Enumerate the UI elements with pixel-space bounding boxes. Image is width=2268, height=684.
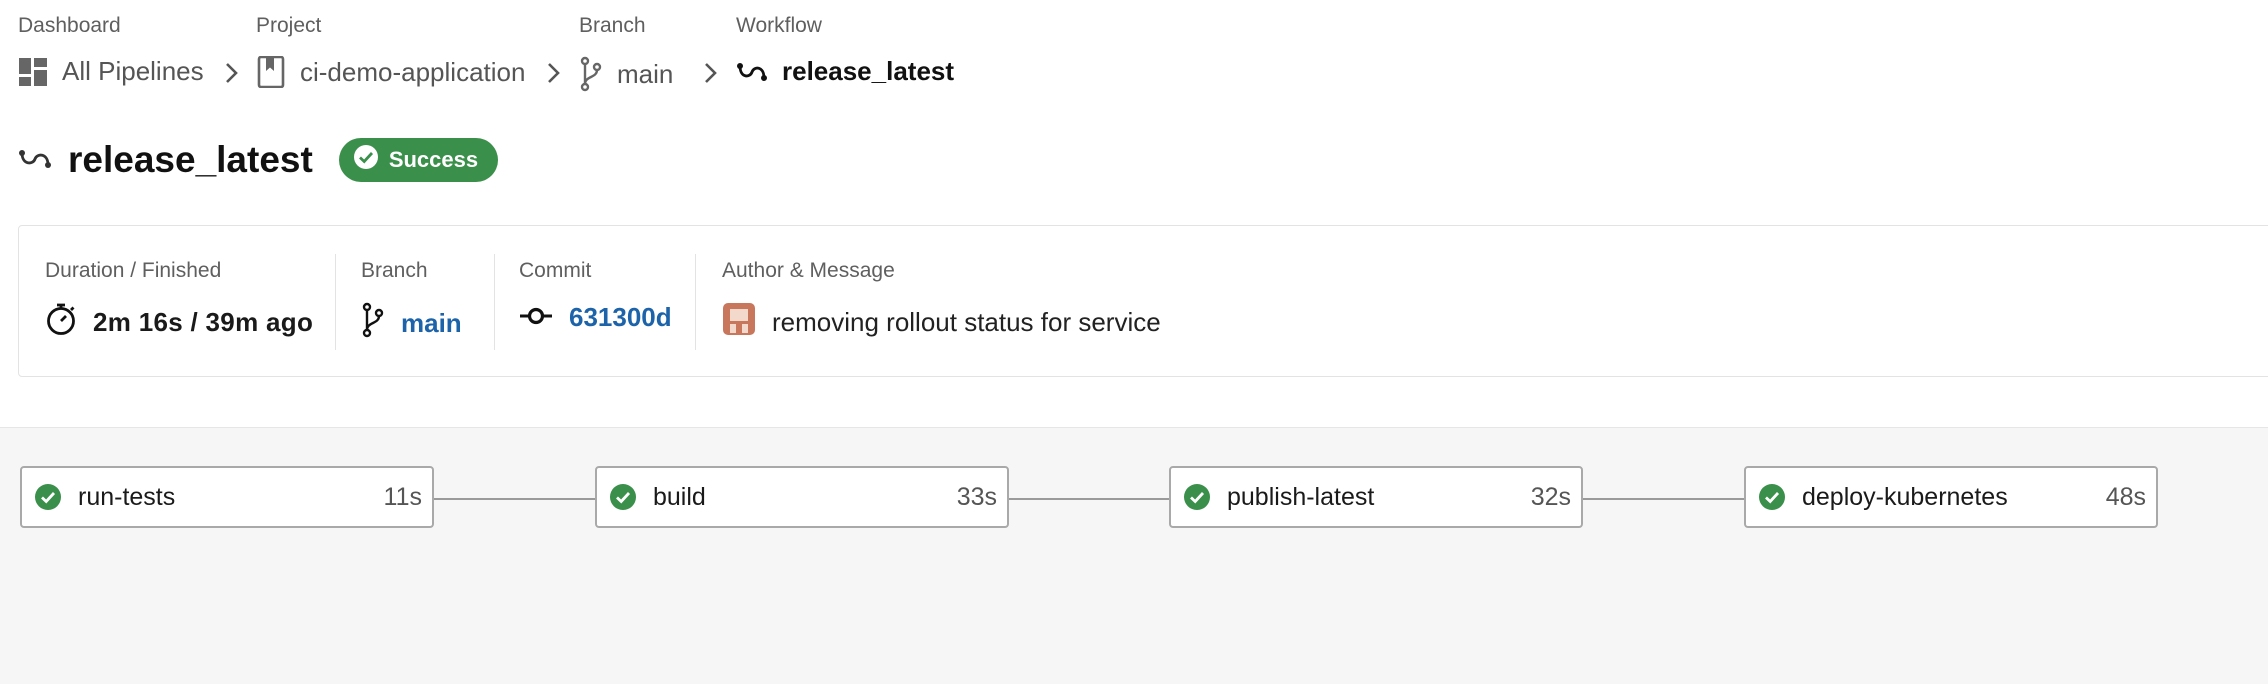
- crumb-caption: Workflow: [736, 14, 822, 37]
- chevron-right-icon: [702, 58, 720, 93]
- commit-message: removing rollout status for service: [772, 307, 1161, 337]
- git-branch-icon: [361, 302, 385, 345]
- chevron-right-icon: [223, 58, 241, 93]
- check-circle-icon: [1758, 483, 1786, 511]
- divider: [695, 254, 696, 350]
- job-connector: [1583, 498, 1745, 500]
- divider: [335, 254, 336, 350]
- page-title: release_latest: [68, 139, 313, 180]
- avatar: [722, 302, 756, 343]
- job-duration: 11s: [383, 482, 422, 511]
- page-header: release_latest Success: [18, 138, 499, 182]
- breadcrumb: Dashboard All Pipelines Project ci-demo-…: [18, 0, 1218, 110]
- crumb-label[interactable]: ci-demo-application: [300, 57, 525, 88]
- stopwatch-icon: [45, 302, 77, 343]
- crumb-label[interactable]: All Pipelines: [62, 56, 204, 87]
- job-duration: 48s: [2105, 482, 2146, 511]
- pipeline-info-card: Duration / Finished 2m 16s / 39m ago Bra…: [18, 225, 2268, 377]
- commit-icon: [519, 302, 553, 333]
- job-connector: [434, 498, 596, 500]
- job-name: build: [653, 482, 706, 511]
- job-card[interactable]: deploy-kubernetes 48s: [1744, 466, 2158, 528]
- git-branch-icon: [579, 56, 603, 92]
- commit-label: Commit: [519, 259, 592, 282]
- status-badge: Success: [338, 138, 499, 182]
- job-name: publish-latest: [1227, 482, 1375, 511]
- crumb-caption: Dashboard: [18, 14, 121, 37]
- job-card[interactable]: build 33s: [595, 466, 1009, 528]
- check-circle-icon: [1183, 483, 1211, 511]
- workflow-icon: [736, 60, 768, 84]
- crumb-label[interactable]: main: [617, 59, 673, 90]
- job-card[interactable]: publish-latest 32s: [1169, 466, 1583, 528]
- workflow-graph: run-tests 11s build 33s publish-latest 3…: [0, 427, 2268, 684]
- job-card[interactable]: run-tests 11s: [20, 466, 434, 528]
- dashboard-icon: [18, 57, 48, 87]
- check-circle-icon: [34, 483, 62, 511]
- bookmark-icon: [256, 56, 286, 88]
- divider: [494, 254, 495, 350]
- chevron-right-icon: [545, 58, 563, 93]
- duration-value: 2m 16s / 39m ago: [93, 307, 314, 337]
- crumb-caption: Branch: [579, 14, 646, 37]
- crumb-caption: Project: [256, 14, 322, 37]
- branch-link[interactable]: main: [401, 308, 462, 339]
- branch-label: Branch: [361, 259, 428, 282]
- author-message-label: Author & Message: [722, 259, 895, 282]
- status-label: Success: [388, 147, 479, 172]
- duration-label: Duration / Finished: [45, 259, 222, 282]
- job-duration: 32s: [1530, 482, 1571, 511]
- job-name: run-tests: [78, 482, 176, 511]
- crumb-label: release_latest: [782, 56, 955, 86]
- commit-link[interactable]: 631300d: [569, 302, 672, 333]
- check-circle-icon: [353, 144, 379, 176]
- check-circle-icon: [609, 483, 637, 511]
- job-name: deploy-kubernetes: [1802, 482, 2008, 511]
- job-connector: [1009, 498, 1171, 500]
- workflow-icon: [18, 147, 52, 173]
- job-duration: 33s: [956, 482, 997, 511]
